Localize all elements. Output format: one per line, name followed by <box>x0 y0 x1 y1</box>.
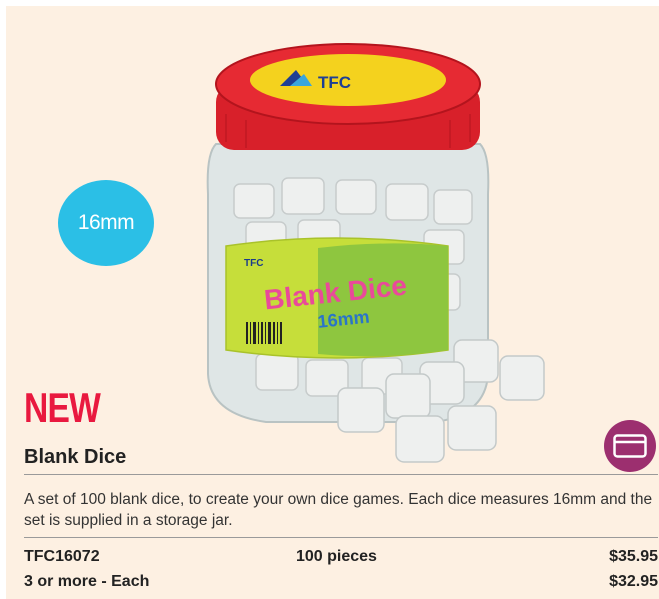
product-price: $35.95 <box>609 548 658 565</box>
size-badge-label: 16mm <box>77 211 135 234</box>
credit-card-icon <box>604 420 656 472</box>
product-code: TFC16072 <box>24 548 100 565</box>
product-image: TFC Blank Dice 16mm TFC <box>206 43 545 463</box>
svg-text:TFC: TFC <box>244 258 263 269</box>
divider <box>24 474 658 475</box>
bulk-label: 3 or more - Each <box>24 573 150 590</box>
new-tag: NEW <box>24 384 101 431</box>
divider <box>24 537 658 538</box>
svg-text:TFC: TFC <box>318 73 351 92</box>
product-description: A set of 100 blank dice, to create your … <box>24 491 653 529</box>
product-card: 16mm TFC Blank Dice 16mm TFC NEW Blank D… <box>6 6 659 599</box>
product-quantity: 100 pieces <box>296 548 377 565</box>
size-badge: 16mm <box>58 180 154 266</box>
product-title: Blank Dice <box>24 446 127 468</box>
bulk-price: $32.95 <box>609 573 658 590</box>
